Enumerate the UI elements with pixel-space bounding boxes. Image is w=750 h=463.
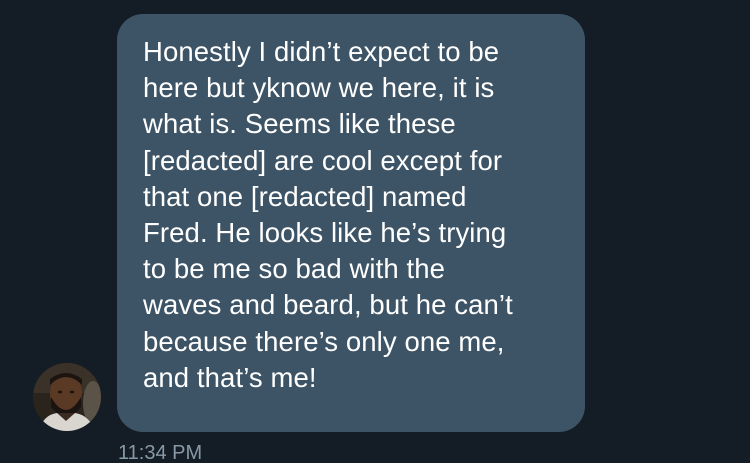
message-line: because there’s only one me, bbox=[143, 325, 505, 357]
message-line: to be me so bad with the bbox=[143, 253, 446, 285]
message-line: Honestly I didn’t expect to be bbox=[143, 36, 500, 67]
message-timestamp: 11:34 PM bbox=[118, 442, 203, 463]
dm-conversation-screen: Honestly I didn’t expect to be here but … bbox=[0, 0, 750, 463]
profile-photo-icon bbox=[33, 363, 101, 431]
message-row: Honestly I didn’t expect to be here but … bbox=[0, 0, 750, 463]
message-line: what is. Seems like these bbox=[143, 108, 456, 140]
message-bubble[interactable]: Honestly I didn’t expect to be here but … bbox=[117, 14, 585, 432]
message-line: that one [redacted] named bbox=[143, 180, 467, 212]
message-line: waves and beard, but he can’t bbox=[143, 289, 513, 321]
message-line: Fred. He looks like he’s trying bbox=[143, 217, 507, 249]
message-line: here but yknow we here, it is bbox=[143, 72, 495, 104]
message-line: and that’s me! bbox=[143, 361, 317, 393]
message-line: [redacted] are cool except for bbox=[143, 144, 503, 176]
sender-avatar[interactable] bbox=[33, 363, 101, 431]
message-text: Honestly I didn’t expect to be here but … bbox=[143, 34, 573, 396]
